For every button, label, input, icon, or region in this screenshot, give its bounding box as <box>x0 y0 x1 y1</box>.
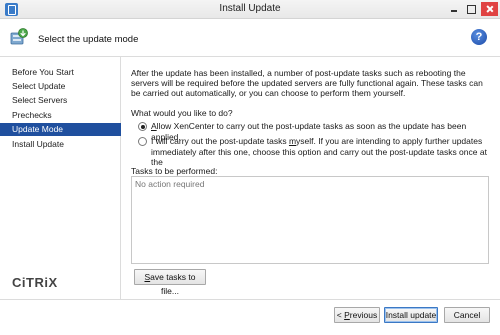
citrix-logo: CiTRiX <box>12 275 58 290</box>
sidebar-item-select-servers[interactable]: Select Servers <box>0 94 121 107</box>
radio-auto-tasks[interactable] <box>138 122 147 131</box>
cancel-button[interactable]: Cancel <box>444 307 490 323</box>
sidebar-item-install-update[interactable]: Install Update <box>0 138 121 151</box>
save-tasks-button[interactable]: Save tasks to file... <box>134 269 206 296</box>
tasks-label: Tasks to be performed: <box>131 166 218 176</box>
close-icon[interactable] <box>481 2 498 16</box>
question-label: What would you like to do? <box>131 108 233 118</box>
page-title: Select the update mode <box>38 34 139 45</box>
wizard-header: Select the update mode ? <box>0 19 500 57</box>
minimize-icon[interactable] <box>447 3 461 15</box>
radio-manual-tasks-label[interactable]: I will carry out the post-update tasks m… <box>151 136 491 168</box>
help-icon[interactable]: ? <box>471 29 487 45</box>
window-title: Install Update <box>219 3 281 14</box>
radio-manual-tasks[interactable] <box>138 137 147 146</box>
wizard-steps-sidebar: Before You Start Select Update Select Se… <box>0 57 121 299</box>
intro-text: After the update has been installed, a n… <box>131 68 483 98</box>
tasks-empty-text: No action required <box>135 179 205 189</box>
sidebar-item-select-update[interactable]: Select Update <box>0 80 121 93</box>
sidebar-item-prechecks[interactable]: Prechecks <box>0 109 121 122</box>
maximize-icon[interactable] <box>464 3 478 15</box>
server-update-icon <box>10 28 28 45</box>
install-update-button[interactable]: Install update <box>384 307 438 323</box>
sidebar-item-update-mode[interactable]: Update Mode <box>0 123 121 136</box>
sidebar-item-before-you-start[interactable]: Before You Start <box>0 66 121 79</box>
previous-button[interactable]: < Previous <box>334 307 380 323</box>
tasks-list[interactable]: No action required <box>131 176 489 264</box>
title-bar: Install Update <box>0 0 500 19</box>
